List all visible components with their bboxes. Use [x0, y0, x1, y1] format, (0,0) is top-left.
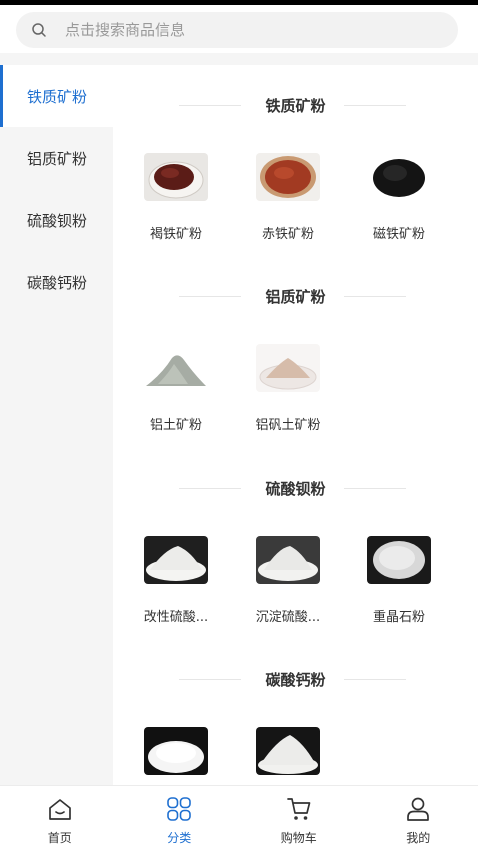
product-name: 铝矾土矿粉 — [255, 418, 321, 433]
divider-line — [344, 679, 406, 680]
search-area — [0, 5, 478, 53]
section-calcium: 碳酸钙粉 — [113, 669, 478, 775]
section-header: 铁质矿粉 — [113, 95, 478, 115]
product-item[interactable]: 赤铁矿粉 — [232, 153, 344, 242]
home-icon — [48, 799, 71, 820]
divider-line — [344, 105, 406, 106]
sidebar-item-label: 铁质矿粉 — [27, 87, 88, 106]
section-barium: 硫酸钡粉 改性硫酸... 沉淀硫酸... 重晶石粉 — [113, 478, 478, 625]
product-image — [144, 727, 208, 775]
sidebar-item-calcium[interactable]: 碳酸钙粉 — [0, 251, 113, 313]
tab-cart[interactable]: 购物车 — [239, 786, 359, 850]
tab-home[interactable]: 首页 — [0, 786, 120, 850]
user-icon — [407, 797, 430, 821]
product-item[interactable]: 沉淀硫酸... — [232, 536, 344, 625]
sidebar-item-label: 硫酸钡粉 — [27, 211, 88, 230]
divider-line — [344, 488, 406, 489]
divider-line — [179, 105, 241, 106]
product-image — [144, 153, 208, 201]
tab-profile[interactable]: 我的 — [359, 786, 478, 850]
product-name: 磁铁矿粉 — [372, 227, 425, 242]
divider-line — [179, 679, 241, 680]
section-title: 铁质矿粉 — [265, 96, 326, 115]
category-sidebar: 铁质矿粉 铝质矿粉 硫酸钡粉 碳酸钙粉 — [0, 65, 113, 785]
category-icon — [167, 797, 192, 821]
product-name: 重晶石粉 — [372, 610, 425, 625]
product-name: 铝土矿粉 — [149, 418, 202, 433]
product-name: 改性硫酸... — [143, 610, 209, 625]
product-image — [367, 153, 431, 201]
sidebar-item-barium[interactable]: 硫酸钡粉 — [0, 189, 113, 251]
product-image — [256, 153, 320, 201]
section-title: 硫酸钡粉 — [265, 479, 326, 498]
section-title: 碳酸钙粉 — [265, 670, 326, 689]
section-header: 碳酸钙粉 — [113, 669, 478, 689]
product-image — [256, 727, 320, 775]
bottom-tab-bar: 首页 分类 购物车 我的 — [0, 785, 478, 850]
cart-icon — [286, 798, 311, 820]
category-content[interactable]: 铁质矿粉 褐铁矿粉 赤铁矿粉 磁铁矿粉 铝质矿粉 铝土矿粉 铝矾土矿粉 硫酸钡粉… — [113, 65, 478, 785]
divider-line — [344, 296, 406, 297]
section-iron: 铁质矿粉 褐铁矿粉 赤铁矿粉 磁铁矿粉 — [113, 95, 478, 242]
product-name: 褐铁矿粉 — [149, 227, 202, 242]
product-item[interactable]: 重晶石粉 — [343, 536, 455, 625]
product-item[interactable]: 铝矾土矿粉 — [232, 344, 344, 433]
product-item[interactable]: 铝土矿粉 — [120, 344, 232, 433]
tab-label: 分类 — [167, 831, 192, 845]
section-header: 铝质矿粉 — [113, 286, 478, 306]
tab-category[interactable]: 分类 — [120, 786, 240, 850]
product-image — [367, 536, 431, 584]
search-input[interactable] — [65, 21, 425, 39]
product-image — [256, 344, 320, 392]
divider-line — [179, 296, 241, 297]
sidebar-item-label: 碳酸钙粉 — [27, 273, 88, 292]
section-header: 硫酸钡粉 — [113, 478, 478, 498]
sidebar-item-aluminium[interactable]: 铝质矿粉 — [0, 127, 113, 189]
product-image — [256, 536, 320, 584]
product-name: 赤铁矿粉 — [261, 227, 314, 242]
product-image — [144, 344, 208, 392]
tab-label: 购物车 — [280, 831, 317, 845]
divider-line — [179, 488, 241, 489]
tab-label: 首页 — [47, 831, 72, 845]
sidebar-item-iron[interactable]: 铁质矿粉 — [0, 65, 113, 127]
product-item[interactable]: 改性硫酸... — [120, 536, 232, 625]
product-item[interactable] — [232, 727, 344, 785]
search-icon — [32, 23, 46, 37]
search-bar[interactable] — [16, 12, 458, 48]
product-item[interactable]: 褐铁矿粉 — [120, 153, 232, 242]
product-image — [144, 536, 208, 584]
product-item[interactable] — [120, 727, 232, 785]
sidebar-item-label: 铝质矿粉 — [27, 149, 88, 168]
tab-label: 我的 — [406, 831, 431, 845]
section-aluminium: 铝质矿粉 铝土矿粉 铝矾土矿粉 — [113, 286, 478, 433]
product-item[interactable]: 磁铁矿粉 — [343, 153, 455, 242]
divider-band — [0, 53, 478, 65]
section-title: 铝质矿粉 — [265, 287, 326, 306]
product-name: 沉淀硫酸... — [255, 610, 321, 625]
